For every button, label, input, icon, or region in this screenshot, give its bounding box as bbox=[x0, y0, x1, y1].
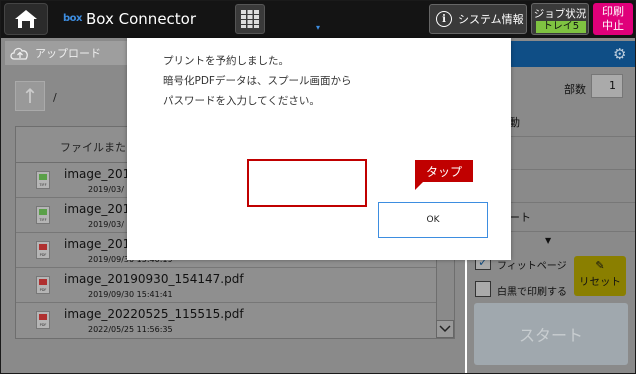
start-button[interactable]: スタート bbox=[474, 303, 628, 365]
ok-button[interactable]: OK bbox=[378, 202, 488, 238]
file-type: PDF bbox=[39, 323, 47, 327]
tab-upload[interactable]: アップロード bbox=[5, 41, 127, 65]
file-name: image_201 bbox=[64, 202, 131, 216]
gear-icon[interactable]: ⚙ bbox=[613, 45, 631, 63]
reset-label: リセット bbox=[579, 276, 621, 288]
home-icon bbox=[15, 10, 37, 28]
file-type: TIFF bbox=[39, 218, 47, 222]
current-path: / bbox=[53, 91, 57, 104]
cloud-upload-icon bbox=[10, 47, 28, 60]
chevron-down-icon bbox=[439, 325, 451, 333]
file-row[interactable]: PDF image_20190930_154147.pdf 2019/09/30… bbox=[16, 268, 436, 303]
system-info-button[interactable]: i システム情報 bbox=[429, 4, 527, 34]
more-settings-icon[interactable]: ▼ bbox=[545, 236, 555, 245]
app-title: Box Connector bbox=[86, 10, 197, 28]
copies-label: 部数 bbox=[564, 83, 586, 96]
file-type: PDF bbox=[39, 253, 47, 257]
system-info-label: システム情報 bbox=[458, 13, 524, 26]
file-name: image_201 bbox=[64, 167, 131, 181]
pdf-file-icon: PDF bbox=[36, 311, 50, 329]
tiff-file-icon: TIFF bbox=[36, 206, 50, 224]
keypad-icon bbox=[241, 10, 259, 28]
tap-callout: タップ bbox=[415, 160, 473, 182]
back-arrow-icon: ↑ bbox=[21, 84, 39, 108]
message-dialog: プリントを予約しました。 暗号化PDFデータは、スプール画面から パスワードを入… bbox=[127, 38, 511, 260]
setting-item-label: ート bbox=[509, 211, 531, 224]
bw-print-checkbox[interactable] bbox=[475, 281, 491, 297]
print-stop-button[interactable]: 印刷 中止 bbox=[593, 3, 633, 35]
copies-input[interactable]: 1 bbox=[591, 74, 623, 98]
caret-down-icon: ▾ bbox=[316, 23, 321, 32]
file-row[interactable]: PDF image_20220525_115515.pdf 2022/05/25… bbox=[16, 303, 436, 338]
scroll-down-button[interactable] bbox=[436, 320, 454, 338]
file-name: image_201 bbox=[64, 237, 131, 251]
file-name: image_20220525_115515.pdf bbox=[64, 307, 244, 321]
tiff-file-icon: TIFF bbox=[36, 171, 50, 189]
job-status-button[interactable]: ジョブ状況 トレイ5 bbox=[531, 3, 589, 35]
pdf-file-icon: PDF bbox=[36, 276, 50, 294]
tap-callout-tail bbox=[415, 182, 423, 190]
ok-label: OK bbox=[426, 215, 440, 225]
print-stop-line2: 中止 bbox=[602, 19, 624, 32]
file-date: 2019/03/ bbox=[88, 220, 124, 229]
file-date: 2022/05/25 11:56:35 bbox=[88, 325, 173, 334]
dialog-message: プリントを予約しました。 暗号化PDFデータは、スプール画面から パスワードを入… bbox=[163, 51, 351, 111]
pdf-file-icon: PDF bbox=[36, 241, 50, 259]
upload-tab-label: アップロード bbox=[35, 47, 101, 60]
tap-callout-label: タップ bbox=[425, 164, 462, 179]
file-type: TIFF bbox=[39, 183, 47, 187]
start-label: スタート bbox=[518, 326, 583, 345]
file-date: 2019/03/ bbox=[88, 185, 124, 194]
top-bar: box Box Connector ▾ i システム情報 ジョブ状況 トレイ5 … bbox=[1, 1, 635, 38]
file-list-header-label: ファイルまた( bbox=[60, 141, 131, 154]
box-logo: box bbox=[63, 13, 82, 24]
file-name: image_20190930_154147.pdf bbox=[64, 272, 244, 286]
file-type: PDF bbox=[39, 288, 47, 292]
back-button[interactable]: ↑ bbox=[15, 81, 45, 111]
dialog-line-1: プリントを予約しました。 bbox=[163, 55, 289, 67]
screen-frame: box Box Connector ▾ i システム情報 ジョブ状況 トレイ5 … bbox=[0, 0, 636, 374]
keypad-button[interactable] bbox=[235, 4, 265, 34]
file-date: 2019/09/30 15:41:41 bbox=[88, 290, 173, 299]
eraser-icon: ✎ bbox=[595, 259, 605, 272]
job-status-label: ジョブ状況 bbox=[533, 8, 587, 20]
bw-print-label: 白黒で印刷する bbox=[497, 287, 567, 298]
info-icon: i bbox=[436, 11, 452, 27]
tray-badge: トレイ5 bbox=[536, 21, 586, 33]
dialog-line-3: パスワードを入力してください。 bbox=[163, 95, 320, 107]
reset-button[interactable]: ✎ リセット bbox=[574, 256, 626, 296]
home-button[interactable] bbox=[4, 3, 48, 35]
print-stop-line1: 印刷 bbox=[602, 5, 624, 18]
dialog-line-2: 暗号化PDFデータは、スプール画面から bbox=[163, 75, 352, 87]
